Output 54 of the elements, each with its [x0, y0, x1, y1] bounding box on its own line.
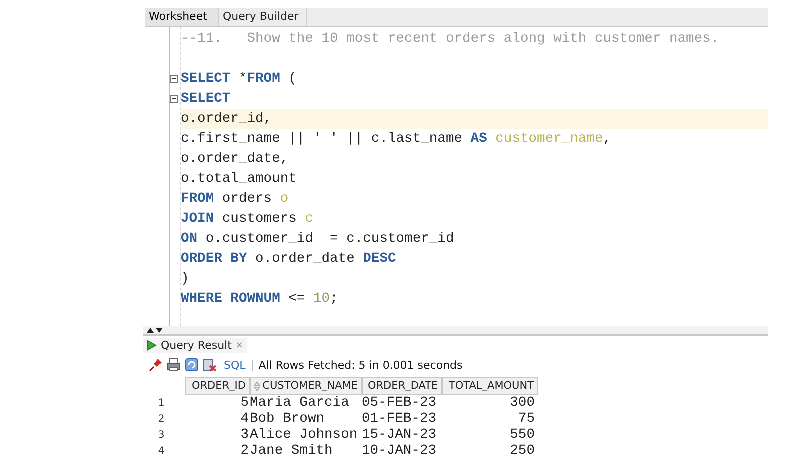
table-cell-text: 2: [240, 444, 250, 460]
table-cell-text: Bob Brown: [250, 412, 326, 428]
code-line: SELECT *FROM (: [181, 72, 297, 86]
column-title: ORDER_ID: [192, 380, 246, 392]
printer-icon[interactable]: [167, 358, 181, 372]
code-line: o.order_id,: [181, 112, 272, 126]
column-header[interactable]: TOTAL_AMOUNT: [442, 377, 538, 395]
row-number: 4: [157, 445, 166, 459]
row-number: 3: [157, 429, 166, 443]
column-title: ORDER_DATE: [368, 380, 438, 392]
run-icon: [147, 340, 157, 351]
table-cell-text: 01-FEB-23: [362, 412, 438, 428]
code-line: --11. Show the 10 most recent orders along with customer names.: [181, 32, 720, 46]
column-title: TOTAL_AMOUNT: [448, 380, 534, 392]
code-line: o.total_amount: [181, 172, 297, 186]
code-line: c.first_name || ' ' || c.last_name AS customer_name,: [181, 132, 612, 146]
column-header[interactable]: ORDER_DATE: [362, 377, 442, 395]
code-line: o.order_date,: [181, 152, 289, 166]
export-icon[interactable]: [203, 358, 217, 372]
code-line: SELECT: [181, 92, 231, 106]
splitter-arrows-icon[interactable]: [147, 328, 163, 334]
table-cell-text: Jane Smith: [250, 444, 334, 460]
table-cell-text: 4: [240, 412, 250, 428]
code-line: FROM orders o: [181, 192, 289, 206]
collapse-icon[interactable]: [170, 75, 178, 83]
collapse-icon[interactable]: [170, 95, 178, 103]
code-line: ): [181, 272, 190, 286]
table-cell-text: 5: [240, 396, 250, 412]
pin-icon[interactable]: [149, 358, 163, 372]
table-cell-text: 550: [509, 428, 536, 444]
code-line: JOIN customers c: [181, 212, 314, 226]
row-number: 1: [157, 397, 166, 411]
table-cell-text: 300: [509, 396, 536, 412]
code-line: ORDER BY o.order_date DESC: [181, 252, 396, 266]
table-cell-text: 05-FEB-23: [362, 396, 438, 412]
fetch-status: All Rows Fetched: 5 in 0.001 seconds: [258, 358, 463, 372]
refresh-icon[interactable]: [185, 358, 199, 372]
table-cell-text: 10-JAN-23: [362, 444, 438, 460]
table-cell-text: 15-JAN-23: [362, 428, 438, 444]
column-header[interactable]: ORDER_ID: [185, 377, 250, 395]
row-number: 2: [157, 413, 166, 427]
table-cell-text: 3: [240, 428, 250, 444]
sql-button[interactable]: SQL: [221, 358, 246, 372]
table-cell-text: 250: [509, 444, 536, 460]
query-result-tab[interactable]: Query Result ×: [143, 338, 248, 353]
column-title: CUSTOMER_NAME: [262, 380, 358, 392]
code-line: ON o.customer_id = c.customer_id: [181, 232, 454, 246]
code-line: WHERE ROWNUM <= 10;: [181, 292, 338, 306]
table-cell-text: 75: [517, 412, 536, 428]
editor-tab[interactable]: Query Builder: [219, 8, 307, 26]
column-header[interactable]: CUSTOMER_NAME: [250, 377, 362, 395]
table-cell-text: Maria Garcia: [250, 396, 350, 412]
editor-tab[interactable]: Worksheet: [145, 8, 219, 26]
table-cell-text: Alice Johnson: [250, 428, 359, 444]
